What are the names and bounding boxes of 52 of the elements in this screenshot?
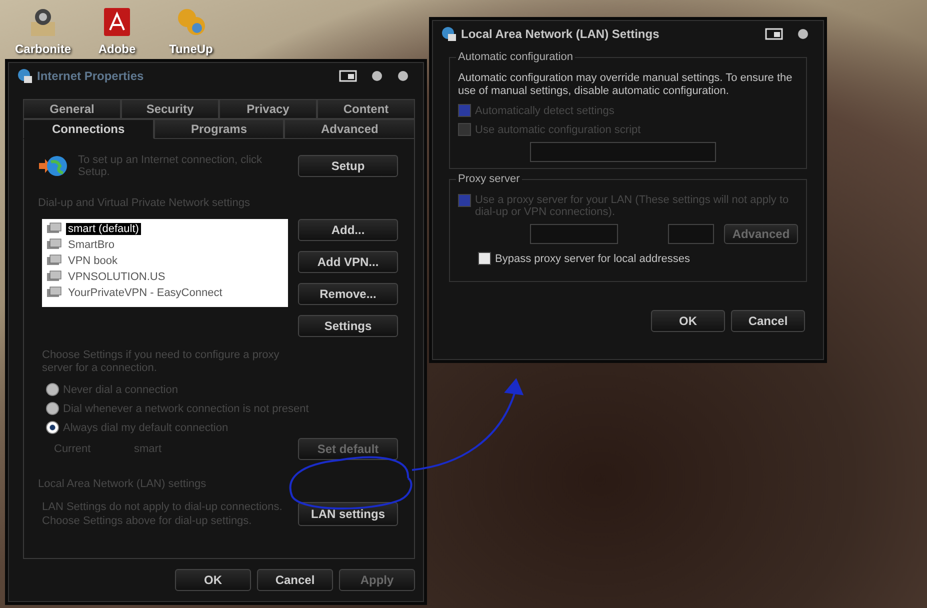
connection-item[interactable]: VPNSOLUTION.US <box>66 271 168 283</box>
group-legend: Proxy server <box>456 173 522 185</box>
checkbox[interactable] <box>458 104 471 117</box>
document-icon[interactable] <box>101 6 133 38</box>
checkbox[interactable] <box>458 123 471 136</box>
network-icon <box>46 286 62 300</box>
restore-icon[interactable] <box>765 28 783 40</box>
tab[interactable]: General <box>23 99 121 119</box>
tab[interactable]: Content <box>317 99 415 119</box>
connection-item[interactable]: VPN book <box>66 255 120 267</box>
network-icon <box>46 270 62 284</box>
dialog-button[interactable]: Settings <box>298 315 398 337</box>
connection-item[interactable]: SmartBro <box>66 239 116 251</box>
dialog-button[interactable]: Add VPN... <box>298 251 398 273</box>
dialog-button[interactable]: Add... <box>298 219 398 241</box>
radio-button[interactable] <box>46 383 59 396</box>
port-field[interactable] <box>668 224 714 244</box>
globe-icon <box>441 26 457 42</box>
radio-button[interactable] <box>46 402 59 415</box>
checkbox[interactable] <box>478 252 491 265</box>
tab[interactable]: Privacy <box>219 99 317 119</box>
radio-button[interactable] <box>46 421 59 434</box>
dialog-button[interactable]: Cancel <box>257 569 333 591</box>
network-icon <box>46 222 62 236</box>
tab[interactable]: Connections <box>23 119 154 139</box>
tab[interactable]: Programs <box>154 119 284 139</box>
dialog-button[interactable]: Cancel <box>731 310 805 332</box>
checkbox-label: Bypass proxy server for local addresses <box>495 252 690 264</box>
network-icon <box>46 238 62 252</box>
info-text: Automatic configuration may override manual settings. To ensure the use of manual settings, disable automatic configuration. <box>458 72 794 98</box>
minimize-icon[interactable] <box>371 70 383 82</box>
network-icon <box>46 254 62 268</box>
close-icon[interactable] <box>397 70 409 82</box>
setup-button[interactable]: Setup <box>298 155 398 177</box>
group-legend: Automatic configuration <box>456 51 575 63</box>
globe-icon <box>17 68 33 84</box>
dialog-button[interactable]: OK <box>651 310 725 332</box>
tab[interactable]: Security <box>121 99 219 119</box>
window-title: Internet Properties <box>37 69 144 83</box>
close-icon[interactable] <box>797 28 809 40</box>
dialog-button[interactable]: OK <box>175 569 251 591</box>
connection-item[interactable]: YourPrivateVPN - EasyConnect <box>66 287 224 299</box>
address-field[interactable] <box>530 224 618 244</box>
address-field[interactable] <box>530 142 716 162</box>
tab[interactable]: Advanced <box>284 119 416 139</box>
lan-settings-button[interactable]: LAN settings <box>298 502 398 526</box>
connection-item[interactable]: smart (default) <box>66 223 141 235</box>
window-title: Local Area Network (LAN) Settings <box>461 27 660 41</box>
globe-icon <box>38 153 68 179</box>
checkbox[interactable] <box>458 194 471 207</box>
dialog-button[interactable]: Remove... <box>298 283 398 305</box>
restore-icon[interactable] <box>339 70 357 82</box>
